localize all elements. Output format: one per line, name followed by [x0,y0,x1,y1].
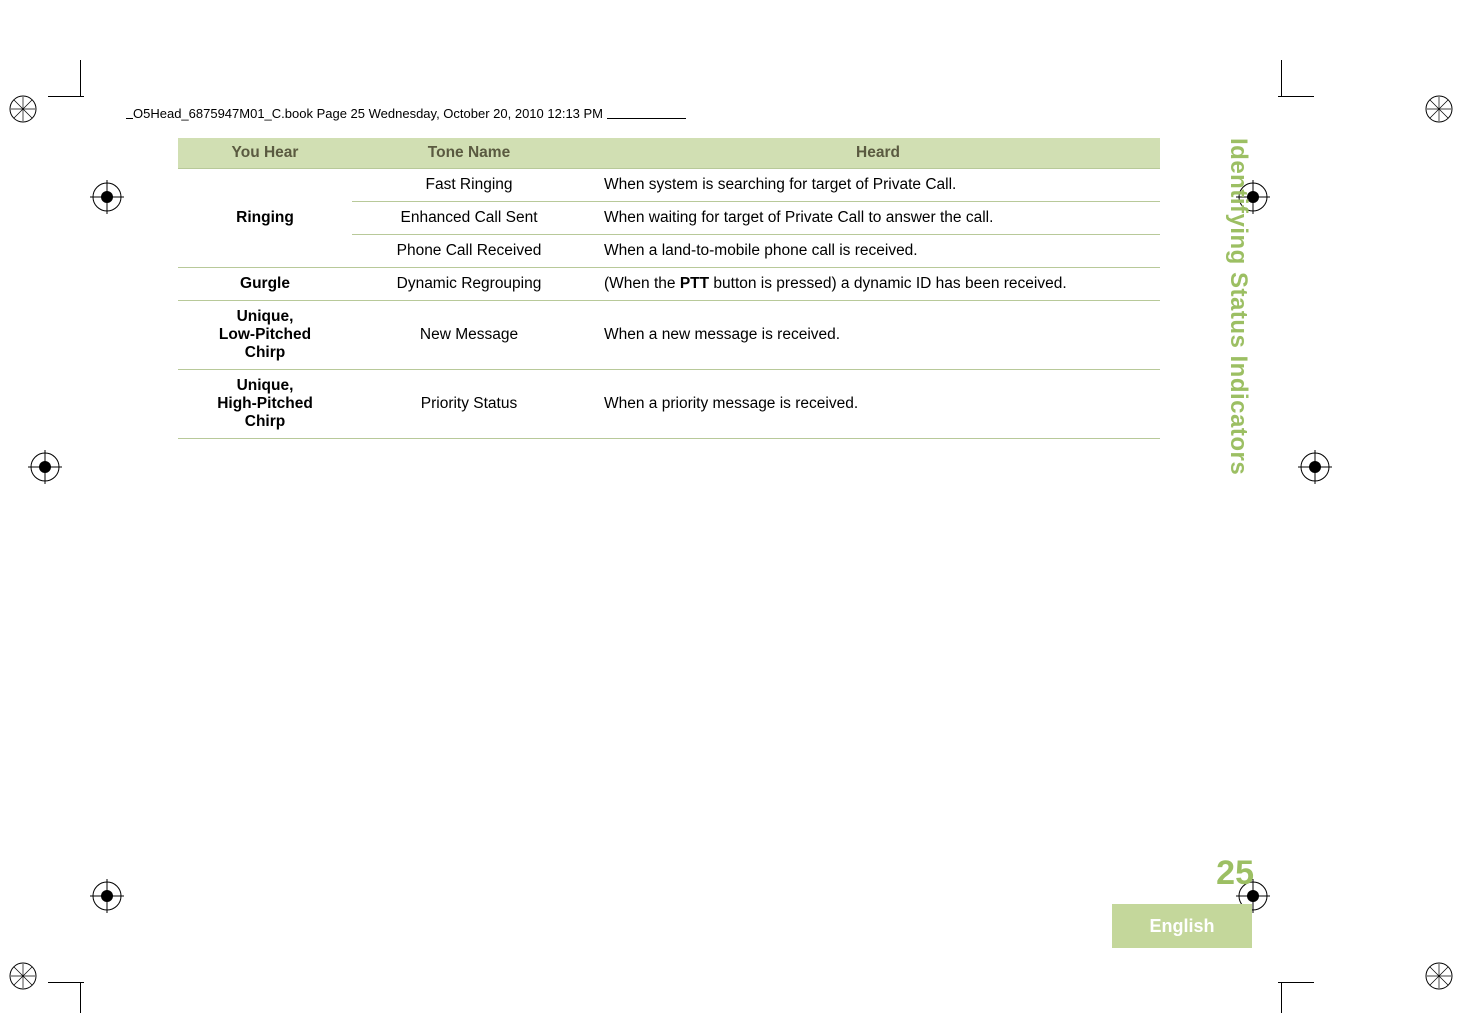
reg-mark-icon [8,961,38,991]
crop-line [1278,982,1314,983]
th-tone-name: Tone Name [352,138,586,169]
table-row: Unique, Low-Pitched Chirp New Message Wh… [178,301,1160,370]
cell-tone-name: Phone Call Received [352,235,586,268]
cell-tone-name: Priority Status [352,370,586,439]
crop-line [1278,96,1314,97]
crop-line [1281,60,1282,96]
reg-mark-icon [1424,961,1454,991]
crosshair-icon [1298,450,1332,484]
cell-tone-name: New Message [352,301,586,370]
th-you-hear: You Hear [178,138,352,169]
side-tab-title: Identifying Status Indicators [1222,138,1252,475]
crosshair-icon [90,879,124,913]
cell-tone-name: Enhanced Call Sent [352,202,586,235]
crosshair-icon [28,450,62,484]
cell-heard: When system is searching for target of P… [586,169,1160,202]
cell-you-hear: Unique, High-Pitched Chirp [178,370,352,439]
table-row: Gurgle Dynamic Regrouping (When the PTT … [178,268,1160,301]
page-number: 25 [1216,854,1254,893]
crop-line [80,60,81,96]
crop-line [48,982,84,983]
heard-text-post: button is pressed) a dynamic ID has been… [709,275,1067,292]
heard-text-pre: (When the [604,275,680,292]
th-heard: Heard [586,138,1160,169]
cell-heard: When a land-to-mobile phone call is rece… [586,235,1160,268]
reg-mark-icon [8,94,38,124]
cell-you-hear: Ringing [178,169,352,268]
crosshair-icon [90,180,124,214]
heard-text-bold: PTT [680,275,709,292]
cell-you-hear: Gurgle [178,268,352,301]
header-note: O5Head_6875947M01_C.book Page 25 Wednesd… [133,106,607,121]
crop-line [48,96,84,97]
table-row: Unique, High-Pitched Chirp Priority Stat… [178,370,1160,439]
crop-line [80,983,81,1013]
reg-mark-icon [1424,94,1454,124]
table-header-row: You Hear Tone Name Heard [178,138,1160,169]
tone-table: You Hear Tone Name Heard Ringing Fast Ri… [178,138,1160,439]
cell-heard: When a new message is received. [586,301,1160,370]
cell-tone-name: Fast Ringing [352,169,586,202]
cell-you-hear: Unique, Low-Pitched Chirp [178,301,352,370]
table-row: Ringing Fast Ringing When system is sear… [178,169,1160,202]
cell-tone-name: Dynamic Regrouping [352,268,586,301]
cell-heard: When a priority message is received. [586,370,1160,439]
crop-line [1281,983,1282,1013]
language-box: English [1112,904,1252,948]
cell-heard: When waiting for target of Private Call … [586,202,1160,235]
cell-heard: (When the PTT button is pressed) a dynam… [586,268,1160,301]
